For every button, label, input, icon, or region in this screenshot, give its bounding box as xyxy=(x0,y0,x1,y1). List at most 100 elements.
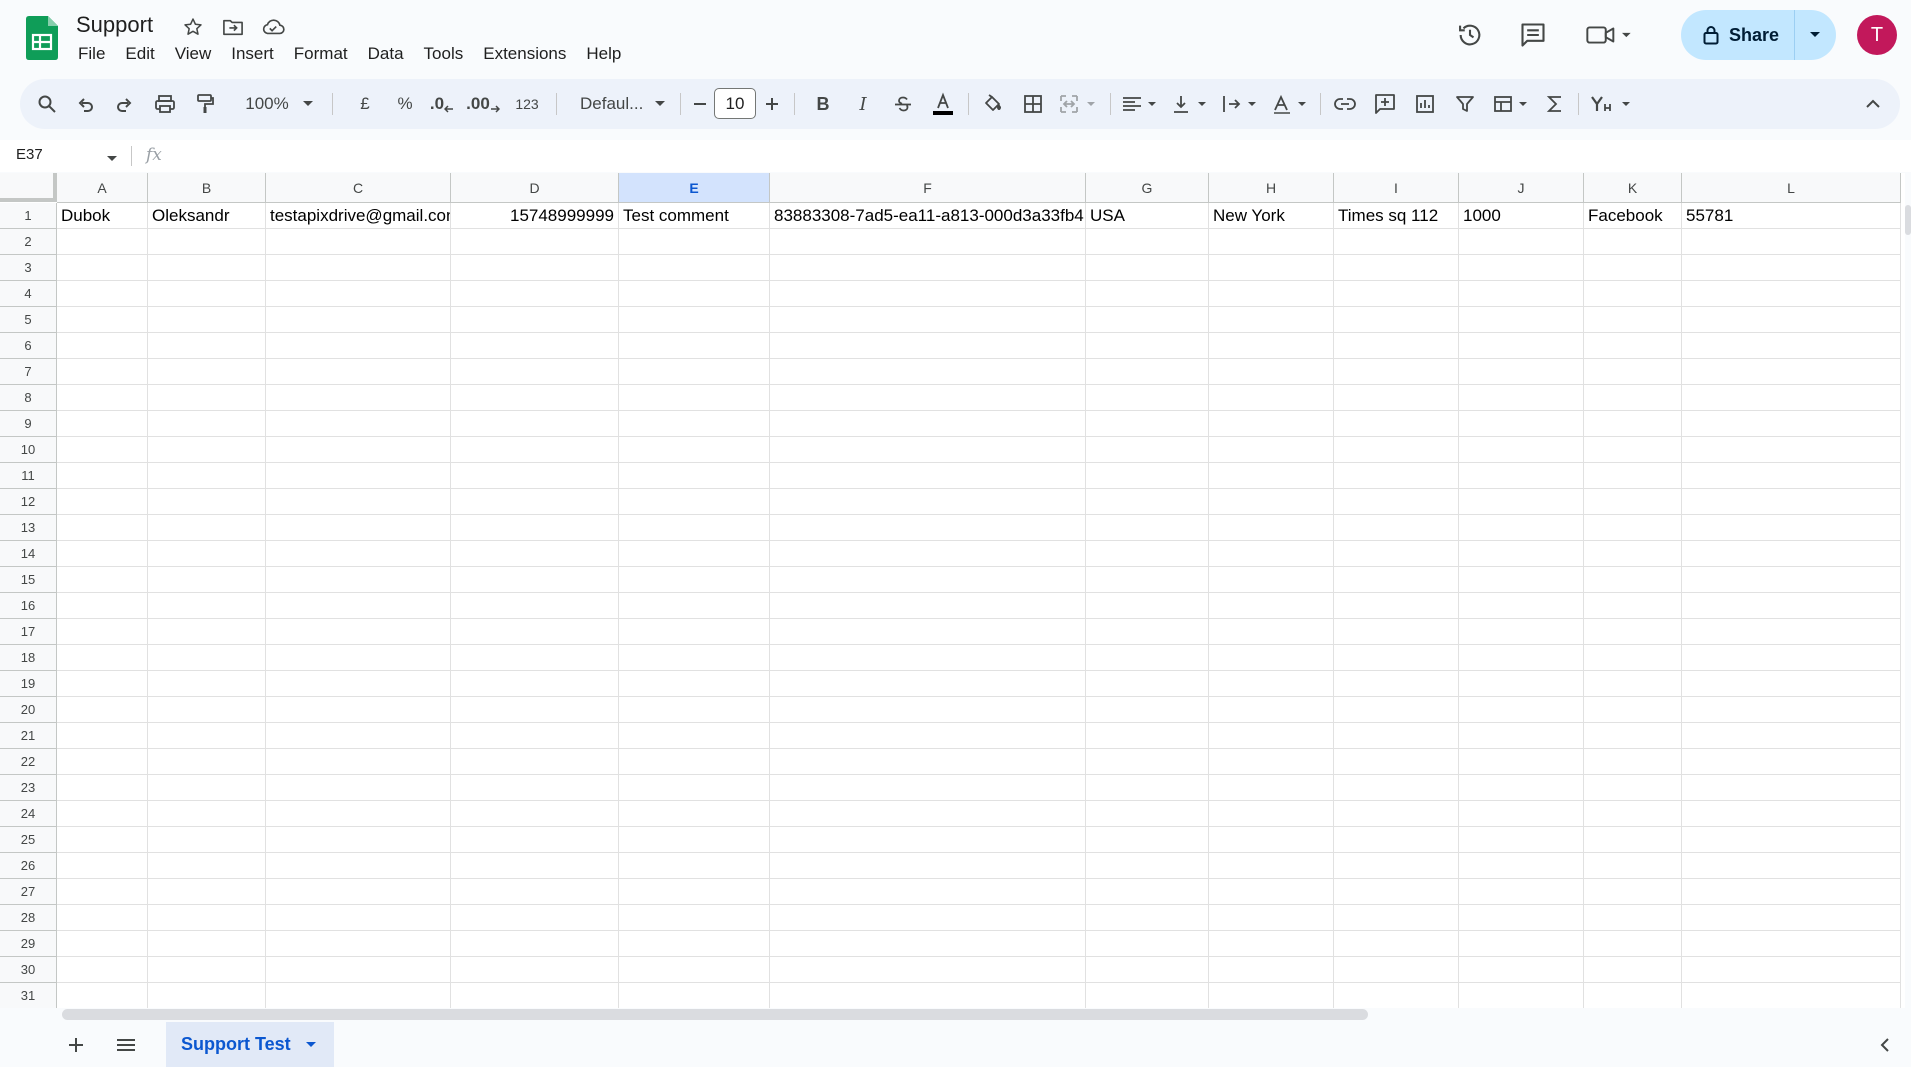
row-header-2[interactable]: 2 xyxy=(0,229,57,255)
row-header-9[interactable]: 9 xyxy=(0,411,57,437)
row-header-6[interactable]: 6 xyxy=(0,333,57,359)
undo-icon[interactable] xyxy=(70,79,100,129)
collapse-toolbar-icon[interactable] xyxy=(1858,79,1888,129)
horizontal-scrollbar[interactable] xyxy=(62,1009,1368,1020)
paint-format-icon[interactable] xyxy=(190,79,220,129)
row-header-24[interactable]: 24 xyxy=(0,801,57,827)
column-header-a[interactable]: A xyxy=(57,173,148,203)
cell-f1[interactable]: 83883308-7ad5-ea11-a813-000d3a33fb4 xyxy=(770,203,1085,229)
row-header-25[interactable]: 25 xyxy=(0,827,57,853)
increase-font-size-icon[interactable] xyxy=(760,79,784,129)
input-tools-icon[interactable] xyxy=(1588,79,1638,129)
cell-g1[interactable]: USA xyxy=(1086,203,1208,229)
cell-a1[interactable]: Dubok xyxy=(57,203,147,229)
avatar[interactable]: T xyxy=(1857,15,1897,55)
column-header-h[interactable]: H xyxy=(1209,173,1334,203)
row-header-3[interactable]: 3 xyxy=(0,255,57,281)
meet-icon[interactable] xyxy=(1584,20,1634,50)
row-header-11[interactable]: 11 xyxy=(0,463,57,489)
row-header-22[interactable]: 22 xyxy=(0,749,57,775)
font-size-input[interactable]: 10 xyxy=(714,88,756,119)
insert-comment-icon[interactable] xyxy=(1370,79,1400,129)
text-color-icon[interactable] xyxy=(928,79,958,129)
vertical-scrollbar[interactable] xyxy=(1905,205,1911,235)
column-header-i[interactable]: I xyxy=(1334,173,1459,203)
cell-l1[interactable]: 55781 xyxy=(1682,203,1900,229)
menu-view[interactable]: View xyxy=(165,42,222,66)
cell-d1[interactable]: 15748999999 xyxy=(451,203,618,229)
italic-icon[interactable]: I xyxy=(848,79,878,129)
merge-cells-icon[interactable] xyxy=(1056,79,1102,129)
row-header-28[interactable]: 28 xyxy=(0,905,57,931)
more-formats-button[interactable]: 123 xyxy=(508,79,546,129)
version-history-icon[interactable] xyxy=(1455,20,1485,50)
share-dropdown-button[interactable] xyxy=(1795,10,1835,60)
row-header-16[interactable]: 16 xyxy=(0,593,57,619)
row-header-21[interactable]: 21 xyxy=(0,723,57,749)
cell-i1[interactable]: Times sq 112 xyxy=(1334,203,1458,229)
vertical-align-icon[interactable] xyxy=(1168,79,1214,129)
currency-format-button[interactable]: £ xyxy=(350,79,380,129)
text-wrapping-icon[interactable] xyxy=(1218,79,1264,129)
decrease-font-size-icon[interactable] xyxy=(688,79,712,129)
menu-tools[interactable]: Tools xyxy=(414,42,474,66)
cell-e1[interactable]: Test comment xyxy=(619,203,769,229)
text-rotation-icon[interactable] xyxy=(1268,79,1314,129)
column-header-k[interactable]: K xyxy=(1584,173,1682,203)
filter-icon[interactable] xyxy=(1450,79,1480,129)
borders-icon[interactable] xyxy=(1018,79,1048,129)
row-header-18[interactable]: 18 xyxy=(0,645,57,671)
zoom-select[interactable]: 100% xyxy=(242,79,292,129)
font-select[interactable]: Defaul... xyxy=(570,79,650,129)
cell-k1[interactable]: Facebook xyxy=(1584,203,1681,229)
decrease-decimal-button[interactable]: .0 xyxy=(425,79,459,129)
insert-chart-icon[interactable] xyxy=(1410,79,1440,129)
cell-c1[interactable]: testapixdrive@gmail.con xyxy=(266,203,450,229)
percent-format-button[interactable]: % xyxy=(390,79,420,129)
star-icon[interactable] xyxy=(180,14,206,40)
row-header-31[interactable]: 31 xyxy=(0,983,57,1008)
fill-color-icon[interactable] xyxy=(978,79,1008,129)
menu-file[interactable]: File xyxy=(68,42,115,66)
sheet-tab-support-test[interactable]: Support Test xyxy=(166,1022,334,1067)
row-header-14[interactable]: 14 xyxy=(0,541,57,567)
row-header-1[interactable]: 1 xyxy=(0,203,57,229)
menu-format[interactable]: Format xyxy=(284,42,358,66)
print-icon[interactable] xyxy=(150,79,180,129)
cloud-status-icon[interactable] xyxy=(260,14,286,40)
column-header-g[interactable]: G xyxy=(1086,173,1209,203)
row-header-17[interactable]: 17 xyxy=(0,619,57,645)
column-header-b[interactable]: B xyxy=(148,173,266,203)
add-sheet-icon[interactable] xyxy=(63,1032,89,1058)
column-header-d[interactable]: D xyxy=(451,173,619,203)
filter-views-icon[interactable] xyxy=(1490,79,1536,129)
row-header-26[interactable]: 26 xyxy=(0,853,57,879)
column-header-f[interactable]: F xyxy=(770,173,1086,203)
row-header-30[interactable]: 30 xyxy=(0,957,57,983)
cell-b1[interactable]: Oleksandr xyxy=(148,203,265,229)
increase-decimal-button[interactable]: .00 xyxy=(464,79,502,129)
spreadsheet-grid[interactable]: A B C D E F G H I J K L 1 Dubok Oleksandr testapixdrive… xyxy=(0,173,1905,1008)
strikethrough-icon[interactable] xyxy=(888,79,918,129)
column-header-j[interactable]: J xyxy=(1459,173,1584,203)
column-header-l[interactable]: L xyxy=(1682,173,1901,203)
column-header-e[interactable]: E xyxy=(619,173,770,203)
sheets-logo-icon[interactable] xyxy=(26,16,58,60)
menu-data[interactable]: Data xyxy=(358,42,414,66)
share-button[interactable]: Share xyxy=(1681,10,1795,60)
name-box-caret-icon[interactable] xyxy=(106,150,118,168)
row-header-13[interactable]: 13 xyxy=(0,515,57,541)
row-header-4[interactable]: 4 xyxy=(0,281,57,307)
row-header-20[interactable]: 20 xyxy=(0,697,57,723)
search-icon[interactable] xyxy=(32,79,62,129)
menu-insert[interactable]: Insert xyxy=(221,42,284,66)
select-all-corner[interactable] xyxy=(0,173,57,202)
menu-edit[interactable]: Edit xyxy=(115,42,164,66)
menu-extensions[interactable]: Extensions xyxy=(473,42,576,66)
cell-h1[interactable]: New York xyxy=(1209,203,1333,229)
redo-icon[interactable] xyxy=(110,79,140,129)
explore-collapse-icon[interactable] xyxy=(1872,1032,1898,1058)
document-title[interactable]: Support xyxy=(76,12,153,38)
name-box[interactable]: E37 xyxy=(16,146,43,163)
row-header-29[interactable]: 29 xyxy=(0,931,57,957)
